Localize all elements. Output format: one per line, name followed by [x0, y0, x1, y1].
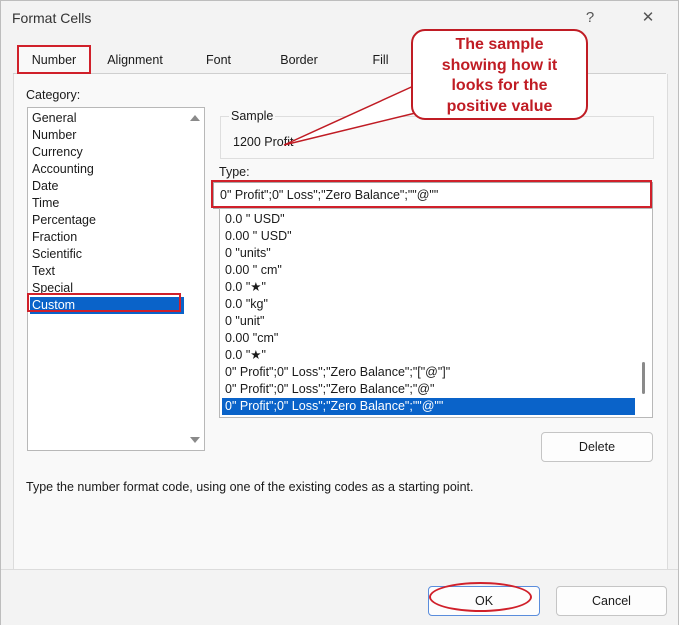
- scroll-up-icon[interactable]: [190, 115, 200, 121]
- format-item[interactable]: 0.0 "★": [222, 279, 635, 296]
- scroll-down-icon[interactable]: [190, 437, 200, 443]
- sample-label: Sample: [229, 109, 276, 123]
- callout-line: showing how it: [441, 56, 558, 74]
- annotation-highlight-ok: [429, 582, 532, 612]
- delete-button[interactable]: Delete: [541, 432, 653, 462]
- category-list[interactable]: General Number Currency Accounting Date …: [27, 107, 205, 451]
- annotation-callout: The sample showing how it looks for the …: [411, 29, 588, 120]
- format-item[interactable]: 0.00 "cm": [222, 330, 635, 347]
- category-item-scientific[interactable]: Scientific: [30, 246, 184, 263]
- format-item[interactable]: 0.00 " USD": [222, 228, 635, 245]
- callout-line: positive value: [446, 97, 553, 115]
- tab-alignment[interactable]: Alignment: [94, 47, 176, 73]
- annotation-highlight-type-field: [211, 180, 652, 208]
- category-label: Category:: [26, 88, 81, 102]
- format-item[interactable]: 0.0 "kg": [222, 296, 635, 313]
- format-item[interactable]: 0 "units": [222, 245, 635, 262]
- category-item-time[interactable]: Time: [30, 195, 184, 212]
- format-item[interactable]: 0" Profit";0" Loss";"Zero Balance";"["@"…: [222, 364, 635, 381]
- help-button[interactable]: ?: [575, 6, 605, 30]
- format-item[interactable]: 0" Profit";0" Loss";"Zero Balance";"@": [222, 381, 635, 398]
- format-code-list[interactable]: 0.0 " USD" 0.00 " USD" 0 "units" 0.00 " …: [219, 208, 653, 418]
- hint-text: Type the number format code, using one o…: [26, 480, 474, 494]
- format-list-scroll-thumb[interactable]: [642, 362, 645, 394]
- format-item[interactable]: 0 "unit": [222, 313, 635, 330]
- dialog-title: Format Cells: [12, 10, 92, 26]
- category-item-currency[interactable]: Currency: [30, 144, 184, 161]
- callout-line: The sample: [455, 36, 544, 53]
- category-item-accounting[interactable]: Accounting: [30, 161, 184, 178]
- close-button[interactable]: ✕: [633, 6, 663, 30]
- tab-border[interactable]: Border: [260, 47, 338, 73]
- category-item-percentage[interactable]: Percentage: [30, 212, 184, 229]
- annotation-highlight-custom: [27, 293, 181, 312]
- tab-fill[interactable]: Fill: [343, 47, 418, 73]
- sample-value: 1200 Profit: [233, 135, 294, 149]
- cancel-button[interactable]: Cancel: [556, 586, 667, 616]
- sample-group: Sample 1200 Profit: [220, 109, 654, 159]
- category-item-fraction[interactable]: Fraction: [30, 229, 184, 246]
- annotation-highlight-number-tab: [17, 45, 91, 74]
- format-item[interactable]: 0.0 "★": [222, 347, 635, 364]
- callout-line: looks for the: [451, 77, 548, 94]
- tab-font[interactable]: Font: [181, 47, 256, 73]
- category-item-text[interactable]: Text: [30, 263, 184, 280]
- category-item-number[interactable]: Number: [30, 127, 184, 144]
- format-item[interactable]: 0.0 " USD": [222, 211, 635, 228]
- type-label: Type:: [219, 165, 250, 179]
- format-item-selected[interactable]: 0" Profit";0" Loss";"Zero Balance";""@"": [222, 398, 635, 415]
- category-scrollbar[interactable]: [187, 108, 204, 450]
- category-item-date[interactable]: Date: [30, 178, 184, 195]
- format-item[interactable]: 0.00 " cm": [222, 262, 635, 279]
- category-item-general[interactable]: General: [30, 110, 184, 127]
